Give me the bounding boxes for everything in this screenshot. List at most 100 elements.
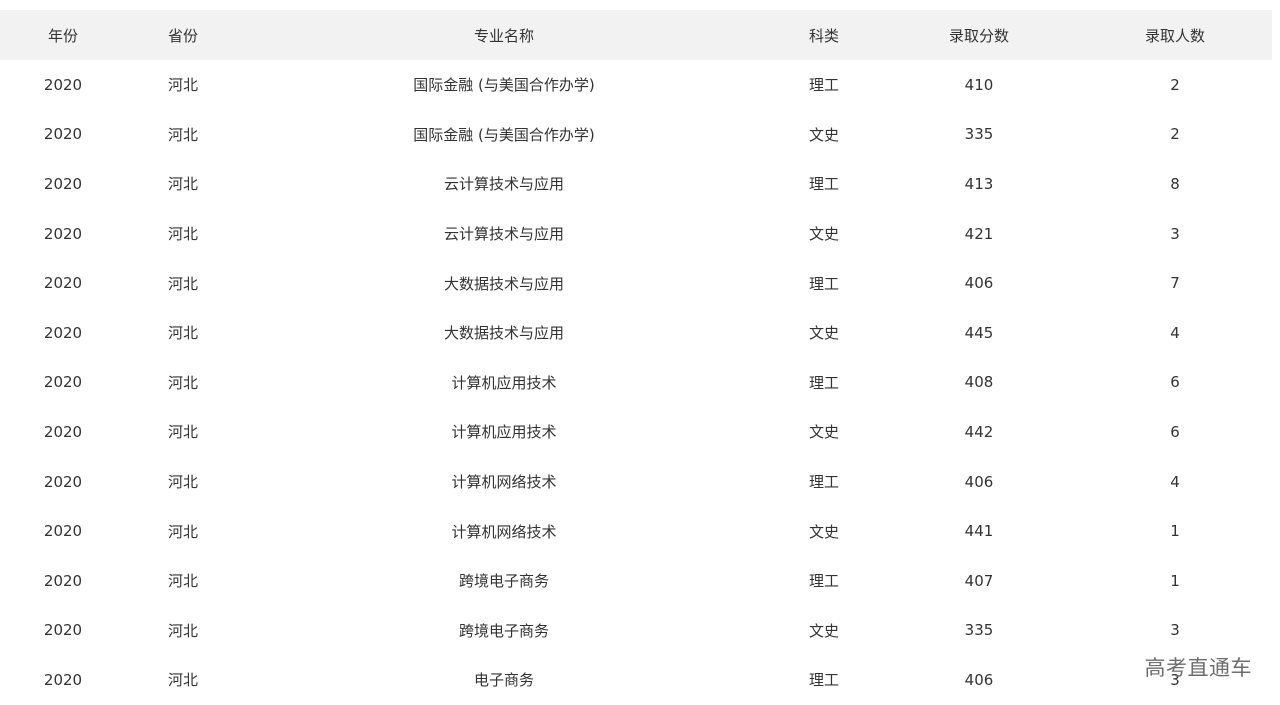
cell-score: 335 bbox=[964, 125, 994, 144]
admission-table-container: 年份 省份 专业名称 科类 录取分数 录取人数 2020 河北 国际金融 (与美国合… bbox=[0, 10, 1272, 705]
table-row: 2020 河北 计算机网络技术 文史 441 1 bbox=[0, 506, 1272, 556]
cell-score: 413 bbox=[964, 174, 994, 193]
cell-category: 理工 bbox=[808, 473, 839, 492]
cell-province: 河北 bbox=[167, 373, 198, 392]
cell-count: 2 bbox=[1170, 125, 1180, 144]
cell-count: 3 bbox=[1170, 224, 1180, 243]
cell-major: 云计算技术与应用 bbox=[443, 225, 564, 244]
cell-year: 2020 bbox=[43, 373, 83, 392]
cell-province: 河北 bbox=[167, 572, 198, 591]
cell-year: 2020 bbox=[43, 670, 83, 689]
cell-province: 河北 bbox=[167, 621, 198, 640]
watermark-text: 高考直通车 bbox=[1144, 656, 1252, 680]
cell-score: 421 bbox=[964, 224, 994, 243]
admission-table: 年份 省份 专业名称 科类 录取分数 录取人数 2020 河北 国际金融 (与美国合… bbox=[0, 10, 1272, 705]
table-row: 2020 河北 国际金融 (与美国合作办学) 文史 335 2 bbox=[0, 110, 1272, 160]
cell-score: 445 bbox=[964, 323, 994, 342]
cell-score: 441 bbox=[964, 522, 994, 541]
cell-province: 河北 bbox=[167, 175, 198, 194]
table-row: 2020 河北 大数据技术与应用 文史 445 4 bbox=[0, 308, 1272, 358]
cell-province: 河北 bbox=[167, 671, 198, 690]
table-row: 2020 河北 计算机应用技术 文史 442 6 bbox=[0, 407, 1272, 457]
cell-count: 8 bbox=[1170, 174, 1180, 193]
cell-province: 河北 bbox=[167, 473, 198, 492]
cell-major: 跨境电子商务 bbox=[458, 621, 549, 640]
table-row: 2020 河北 云计算技术与应用 理工 413 8 bbox=[0, 159, 1272, 209]
cell-category: 文史 bbox=[808, 423, 839, 442]
cell-category: 理工 bbox=[808, 671, 839, 690]
cell-major: 云计算技术与应用 bbox=[443, 175, 564, 194]
cell-count: 1 bbox=[1170, 522, 1180, 541]
cell-province: 河北 bbox=[167, 274, 198, 293]
cell-score: 408 bbox=[964, 373, 994, 392]
cell-year: 2020 bbox=[43, 422, 83, 441]
cell-major: 跨境电子商务 bbox=[458, 572, 549, 591]
cell-score: 442 bbox=[964, 422, 994, 441]
cell-category: 理工 bbox=[808, 175, 839, 194]
cell-score: 407 bbox=[964, 571, 994, 590]
cell-major: 大数据技术与应用 bbox=[443, 274, 564, 293]
cell-count: 3 bbox=[1170, 621, 1180, 640]
cell-category: 文史 bbox=[808, 621, 839, 640]
table-row: 2020 河北 计算机网络技术 理工 406 4 bbox=[0, 457, 1272, 507]
cell-major: 计算机应用技术 bbox=[451, 373, 557, 392]
cell-count: 1 bbox=[1170, 571, 1180, 590]
cell-score: 406 bbox=[964, 274, 994, 293]
header-count: 录取人数 bbox=[1144, 26, 1205, 45]
table-row: 2020 河北 电子商务 理工 406 3 bbox=[0, 655, 1272, 705]
cell-count: 4 bbox=[1170, 472, 1180, 491]
cell-year: 2020 bbox=[43, 621, 83, 640]
cell-score: 335 bbox=[964, 621, 994, 640]
cell-category: 文史 bbox=[808, 125, 839, 144]
cell-year: 2020 bbox=[43, 522, 83, 541]
cell-province: 河北 bbox=[167, 423, 198, 442]
cell-province: 河北 bbox=[167, 522, 198, 541]
cell-year: 2020 bbox=[43, 274, 83, 293]
cell-category: 文史 bbox=[808, 225, 839, 244]
cell-year: 2020 bbox=[43, 472, 83, 491]
table-row: 2020 河北 跨境电子商务 文史 335 3 bbox=[0, 606, 1272, 656]
cell-major: 国际金融 (与美国合作办学) bbox=[413, 76, 595, 95]
cell-major: 计算机网络技术 bbox=[451, 473, 557, 492]
cell-category: 文史 bbox=[808, 324, 839, 343]
table-header-row: 年份 省份 专业名称 科类 录取分数 录取人数 bbox=[0, 10, 1272, 60]
cell-score: 406 bbox=[964, 472, 994, 491]
cell-year: 2020 bbox=[43, 125, 83, 144]
cell-province: 河北 bbox=[167, 324, 198, 343]
cell-province: 河北 bbox=[167, 225, 198, 244]
table-row: 2020 河北 计算机应用技术 理工 408 6 bbox=[0, 358, 1272, 408]
header-category: 科类 bbox=[808, 26, 839, 45]
cell-province: 河北 bbox=[167, 76, 198, 95]
table-row: 2020 河北 国际金融 (与美国合作办学) 理工 410 2 bbox=[0, 60, 1272, 110]
cell-count: 6 bbox=[1170, 422, 1180, 441]
cell-major: 大数据技术与应用 bbox=[443, 324, 564, 343]
cell-category: 理工 bbox=[808, 76, 839, 95]
cell-category: 理工 bbox=[808, 373, 839, 392]
table-row: 2020 河北 大数据技术与应用 理工 406 7 bbox=[0, 258, 1272, 308]
header-score: 录取分数 bbox=[948, 26, 1009, 45]
cell-count: 4 bbox=[1170, 323, 1180, 342]
cell-year: 2020 bbox=[43, 174, 83, 193]
table-row: 2020 河北 云计算技术与应用 文史 421 3 bbox=[0, 209, 1272, 259]
cell-major: 计算机网络技术 bbox=[451, 522, 557, 541]
cell-category: 理工 bbox=[808, 572, 839, 591]
cell-major: 电子商务 bbox=[473, 671, 534, 690]
table-body: 2020 河北 国际金融 (与美国合作办学) 理工 410 2 2020 河北 国际金融 (与美… bbox=[0, 60, 1272, 705]
table-row: 2020 河北 跨境电子商务 理工 407 1 bbox=[0, 556, 1272, 606]
cell-score: 410 bbox=[964, 75, 994, 94]
cell-year: 2020 bbox=[43, 571, 83, 590]
cell-year: 2020 bbox=[43, 323, 83, 342]
cell-count: 7 bbox=[1170, 274, 1180, 293]
header-major: 专业名称 bbox=[473, 26, 534, 45]
cell-count: 6 bbox=[1170, 373, 1180, 392]
header-province: 省份 bbox=[167, 26, 198, 45]
header-year: 年份 bbox=[47, 26, 78, 45]
cell-category: 文史 bbox=[808, 522, 839, 541]
cell-year: 2020 bbox=[43, 75, 83, 94]
cell-count: 2 bbox=[1170, 75, 1180, 94]
cell-major: 计算机应用技术 bbox=[451, 423, 557, 442]
cell-year: 2020 bbox=[43, 224, 83, 243]
cell-category: 理工 bbox=[808, 274, 839, 293]
cell-province: 河北 bbox=[167, 125, 198, 144]
cell-score: 406 bbox=[964, 670, 994, 689]
